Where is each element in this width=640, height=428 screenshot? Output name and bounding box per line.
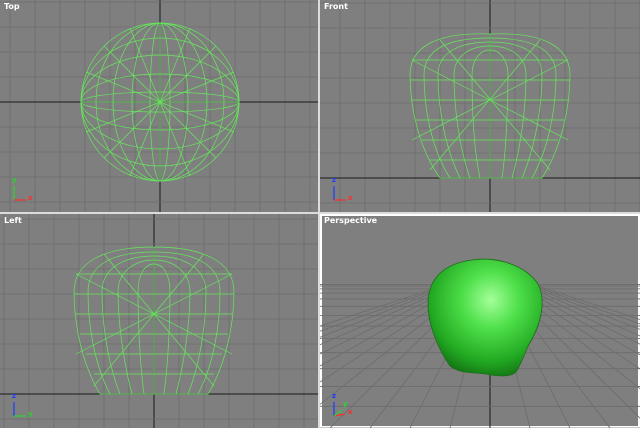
left-viewport[interactable]: Left z y [0,214,318,428]
viewport-label-left[interactable]: Left [4,216,22,225]
perspective-viewport[interactable]: Perspective z x y [320,214,640,428]
axis-label-x: x [348,408,353,416]
axis-label-y: y [28,410,33,418]
top-grid [0,0,318,212]
axis-label-x: x [28,194,33,202]
perspective-viewport-canvas[interactable] [320,214,640,428]
axis-tripod-perspective: z x y [330,392,358,420]
top-wireframe-object[interactable] [80,22,240,182]
axis-label-x: x [348,194,353,202]
front-grid [320,0,640,212]
left-grid [0,214,318,428]
viewport-label-perspective[interactable]: Perspective [324,216,377,225]
left-viewport-canvas[interactable] [0,214,318,428]
axis-label-z: z [332,176,337,184]
top-viewport-canvas[interactable] [0,0,318,212]
axis-label-z: z [12,392,17,400]
viewport-label-front[interactable]: Front [324,2,348,11]
viewport-layout: Top y x Front z x Left z y Perspective z… [0,0,640,428]
axis-label-y: y [12,176,17,184]
top-viewport[interactable]: Top y x [0,0,318,212]
front-viewport-canvas[interactable] [320,0,640,212]
perspective-shaded-object[interactable] [427,258,543,377]
viewport-label-top[interactable]: Top [4,2,20,11]
front-wireframe-object[interactable] [409,33,571,179]
axis-tripod-top: y x [10,176,38,204]
axis-tripod-front: z x [330,176,358,204]
axis-label-z: z [332,392,337,400]
axis-tripod-left: z y [10,392,38,420]
front-viewport[interactable]: Front z x [320,0,640,212]
axis-label-y: y [343,400,348,408]
